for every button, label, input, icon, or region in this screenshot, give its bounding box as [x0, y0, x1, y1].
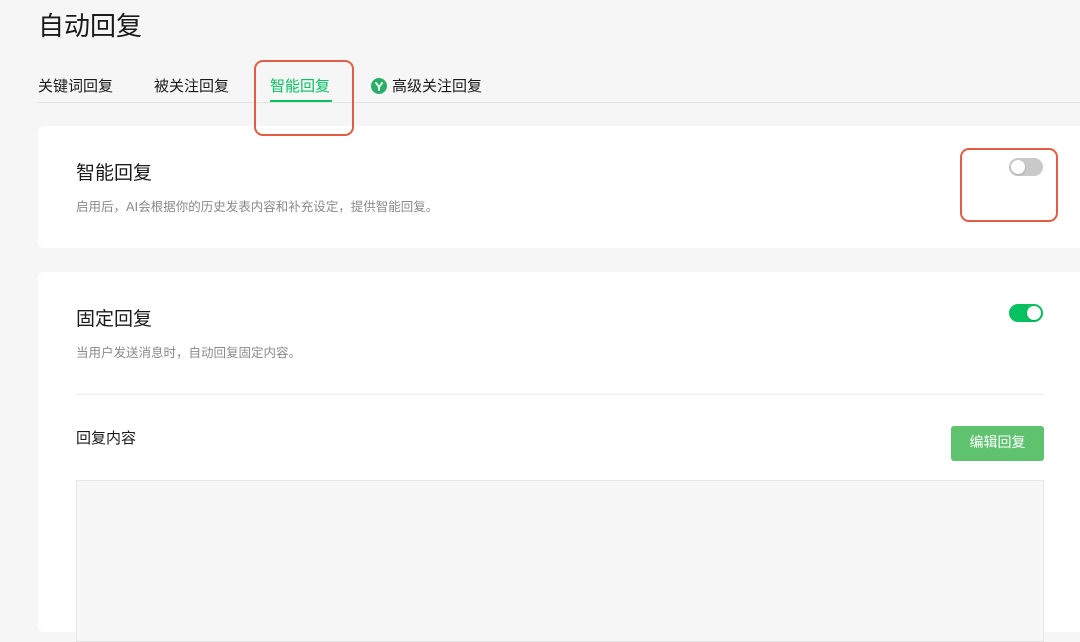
toggle-knob: [1011, 160, 1025, 174]
tab-smart-reply[interactable]: 智能回复: [270, 76, 330, 96]
tab-follow-reply[interactable]: 被关注回复: [154, 76, 229, 96]
edit-reply-button[interactable]: 编辑回复: [951, 426, 1044, 461]
fixed-reply-description: 当用户发送消息时，自动回复固定内容。: [76, 345, 302, 360]
fixed-reply-title: 固定回复: [76, 308, 153, 330]
smart-reply-card: 智能回复 启用后，AI会根据你的历史发表内容和补充设定，提供智能回复。: [38, 126, 1080, 248]
reply-content-label: 回复内容: [76, 429, 137, 447]
tab-active-underline: [270, 100, 332, 102]
section-divider: [76, 394, 1044, 395]
smart-reply-title: 智能回复: [76, 162, 153, 184]
fixed-reply-card: 固定回复 当用户发送消息时，自动回复固定内容。 回复内容 编辑回复: [38, 272, 1080, 642]
page-title: 自动回复: [38, 12, 143, 42]
toggle-knob: [1027, 306, 1041, 320]
smart-reply-description: 启用后，AI会根据你的历史发表内容和补充设定，提供智能回复。: [76, 199, 439, 214]
advanced-badge-icon: [371, 78, 387, 94]
tab-bar: 关键词回复 被关注回复 智能回复 高级关注回复: [38, 72, 1080, 103]
fixed-reply-toggle[interactable]: [1009, 304, 1043, 322]
reply-content-box: [76, 480, 1044, 642]
tab-advanced-follow-reply[interactable]: 高级关注回复: [371, 76, 482, 96]
tab-advanced-label: 高级关注回复: [392, 77, 483, 95]
tab-keyword-reply[interactable]: 关键词回复: [38, 76, 113, 96]
smart-reply-toggle[interactable]: [1009, 158, 1043, 176]
